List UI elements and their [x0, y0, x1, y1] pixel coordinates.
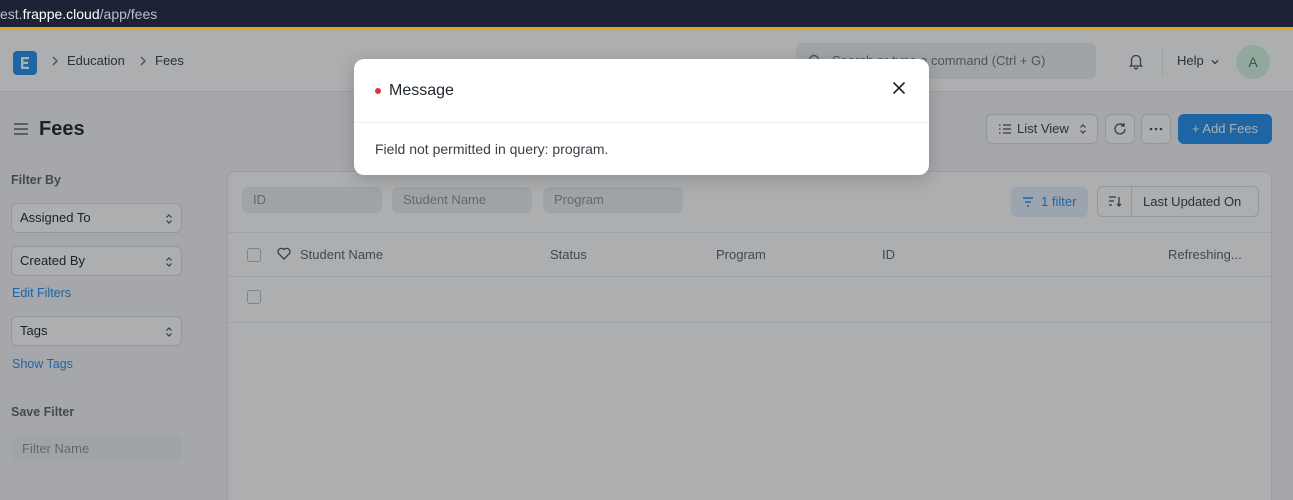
indicator-dot — [375, 88, 381, 94]
url-path: /app/fees — [99, 6, 158, 22]
browser-url-bar[interactable]: est.frappe.cloud/app/fees — [0, 0, 1293, 30]
close-icon[interactable] — [891, 80, 907, 96]
message-dialog: Message Field not permitted in query: pr… — [354, 59, 929, 175]
dialog-header: Message — [354, 59, 929, 123]
dialog-message: Field not permitted in query: program. — [375, 141, 609, 157]
url-host: frappe.cloud — [22, 6, 100, 22]
dialog-title: Message — [389, 82, 454, 99]
url-prefix: est. — [0, 6, 23, 22]
